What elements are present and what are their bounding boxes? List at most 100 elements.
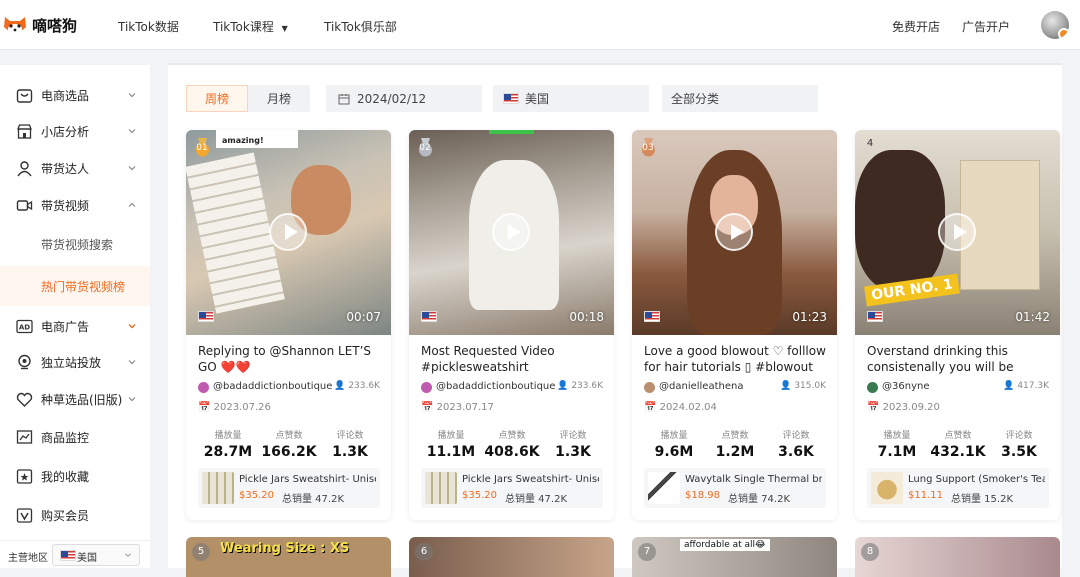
stat-value: 166.2K: [261, 444, 317, 460]
play-button[interactable]: [269, 213, 307, 251]
sidebar-item-shop-analysis[interactable]: 小店分析: [0, 113, 150, 149]
stat-value: 1.3K: [555, 444, 591, 460]
video-duration: 00:18: [569, 310, 604, 324]
stat-label: 评论数: [336, 431, 364, 441]
chevron-down-icon: [128, 129, 136, 134]
sidebar-subitem-video-search[interactable]: 带货视频搜索: [0, 224, 150, 264]
product-sales: 总销量 47.2K: [282, 494, 345, 505]
video-duration: 01:42: [1015, 310, 1050, 324]
vip-icon: [16, 507, 33, 523]
shop-icon: [17, 123, 32, 139]
logo[interactable]: 嘀嗒狗: [2, 13, 77, 37]
author-avatar[interactable]: [421, 382, 432, 393]
video-thumbnail[interactable]: OUR NO. 1 4 01:42: [855, 130, 1060, 335]
product-image: [871, 472, 903, 504]
video-thumbnail[interactable]: amazing! 01 00:07: [186, 130, 391, 335]
sidebar-subitem-label: 带货视频搜索: [41, 237, 114, 252]
play-button[interactable]: [715, 213, 753, 251]
product-image: [425, 472, 457, 504]
stat-comments: 评论数 3.6K: [766, 428, 826, 460]
follower-value: 315.0K: [794, 381, 826, 391]
stat-value: 11.1M: [426, 444, 476, 460]
linked-product[interactable]: Wavytalk Single Thermal brus... $18.98 总…: [644, 468, 826, 508]
date-value: 2024/02/12: [357, 91, 427, 106]
author-name[interactable]: @badaddictionboutique: [213, 381, 332, 392]
author-avatar[interactable]: [644, 382, 655, 393]
sidebar-subitem-hot-video-ranking[interactable]: 热门带货视频榜: [0, 266, 150, 306]
video-title[interactable]: Replying to @Shannon LET’S GO ❤️❤️#badad…: [198, 343, 380, 377]
caret-down-icon: ▼: [281, 24, 288, 33]
video-card[interactable]: 02 00:18 Most Requested Video #pickleswe…: [409, 130, 614, 520]
video-card[interactable]: 8: [855, 537, 1060, 577]
stat-likes: 点赞数 408.6K: [482, 428, 542, 460]
play-button[interactable]: [492, 213, 530, 251]
stat-label: 评论数: [782, 431, 810, 441]
product-image: [202, 472, 234, 504]
tab-weekly[interactable]: 周榜: [186, 85, 248, 112]
video-thumbnail[interactable]: 02 00:18: [409, 130, 614, 335]
publish-date-value: 2023.07.17: [436, 402, 494, 413]
video-card[interactable]: amazing! 01 00:07 Replying to @Shannon L…: [186, 130, 391, 520]
free-shop-link[interactable]: 免费开店: [892, 18, 940, 35]
product-price: $18.98: [685, 490, 720, 501]
user-avatar[interactable]: [1041, 11, 1069, 39]
nav-tiktok-course-label: TikTok课程: [213, 20, 274, 34]
linked-product[interactable]: Lung Support (Smoker's Tea/... $11.11 总销…: [867, 468, 1049, 508]
overlay-text: Wearing Size : XS: [220, 541, 350, 556]
region-select[interactable]: 美国: [52, 544, 140, 566]
author-avatar[interactable]: [198, 382, 209, 393]
ad-account-link[interactable]: 广告开户: [962, 18, 1010, 35]
publish-date: 📅 2023.07.17: [421, 402, 494, 413]
author-name[interactable]: @badaddictionboutique: [436, 381, 555, 392]
sidebar-item-videos[interactable]: 带货视频: [0, 187, 150, 223]
linked-product[interactable]: Pickle Jars Sweatshirt- Unisex... $35.20…: [421, 468, 603, 508]
video-title[interactable]: Overstand drinking this consistenally yo…: [867, 343, 1049, 377]
rank-number: 01: [196, 143, 208, 153]
product-name: Lung Support (Smoker's Tea/...: [908, 474, 1045, 485]
stat-value: 408.6K: [484, 444, 540, 460]
author-avatar[interactable]: [867, 382, 878, 393]
stat-value: 28.7M: [203, 444, 253, 460]
sidebar-item-influencers[interactable]: 带货达人: [0, 150, 150, 186]
video-card[interactable]: 7 affordable at all😂: [632, 537, 837, 577]
svg-text:AD: AD: [19, 323, 30, 331]
stat-views: 播放量 9.6M: [644, 428, 704, 460]
sidebar-item-label: 独立站投放: [41, 355, 102, 370]
nav-tiktok-data[interactable]: TikTok数据: [118, 18, 179, 35]
sidebar-item-buy-membership[interactable]: 购买会员: [0, 497, 150, 533]
video-title[interactable]: Most Requested Video #picklesweatshirt #…: [421, 343, 603, 377]
tab-monthly[interactable]: 月榜: [248, 85, 310, 112]
video-thumbnail[interactable]: 03 01:23: [632, 130, 837, 335]
region-label: 主营地区: [8, 553, 48, 564]
date-picker[interactable]: 2024/02/12: [326, 85, 482, 112]
publish-date: 📅 2024.02.04: [644, 402, 717, 413]
video-card[interactable]: OUR NO. 1 4 01:42 Overstand drinking thi…: [855, 130, 1060, 520]
period-tabs: 周榜 月榜: [186, 85, 310, 112]
sidebar-item-standalone-site[interactable]: 独立站投放: [0, 344, 150, 380]
category-value: 全部分类: [671, 92, 720, 106]
sidebar-item-favorites[interactable]: 我的收藏: [0, 458, 150, 494]
video-title[interactable]: Love a good blowout ♡ folllow for hair t…: [644, 343, 826, 377]
video-card[interactable]: 6: [409, 537, 614, 577]
linked-product[interactable]: Pickle Jars Sweatshirt- Unisex... $35.20…: [198, 468, 380, 508]
region-value: 美国: [77, 553, 97, 564]
author-row: @badaddictionboutique 👤 233.6K: [198, 381, 380, 395]
nav-tiktok-club[interactable]: TikTok俱乐部: [324, 18, 397, 35]
product-price: $35.20: [462, 490, 497, 501]
video-card[interactable]: 5 Wearing Size : XS: [186, 537, 391, 577]
sidebar-item-product-selection[interactable]: 电商选品: [0, 77, 150, 113]
follower-value: 417.3K: [1017, 381, 1049, 391]
sidebar-item-seeding-old[interactable]: 种草选品(旧版): [0, 381, 150, 417]
country-select[interactable]: 美国: [493, 85, 649, 112]
author-name[interactable]: @36nyne: [882, 381, 929, 392]
sidebar-item-product-monitor[interactable]: 商品监控: [0, 419, 150, 455]
follower-count: 👤 417.3K: [1003, 381, 1049, 391]
category-select[interactable]: 全部分类: [662, 85, 818, 112]
rank-number: 03: [642, 143, 654, 153]
play-button[interactable]: [938, 213, 976, 251]
nav-tiktok-course[interactable]: TikTok课程 ▼: [213, 18, 288, 35]
author-name[interactable]: @danielleathena: [659, 381, 743, 392]
video-card[interactable]: 03 01:23 Love a good blowout ♡ folllow f…: [632, 130, 837, 520]
stat-label: 点赞数: [721, 431, 749, 441]
sidebar-item-ecommerce-ads[interactable]: AD 电商广告: [0, 308, 150, 344]
